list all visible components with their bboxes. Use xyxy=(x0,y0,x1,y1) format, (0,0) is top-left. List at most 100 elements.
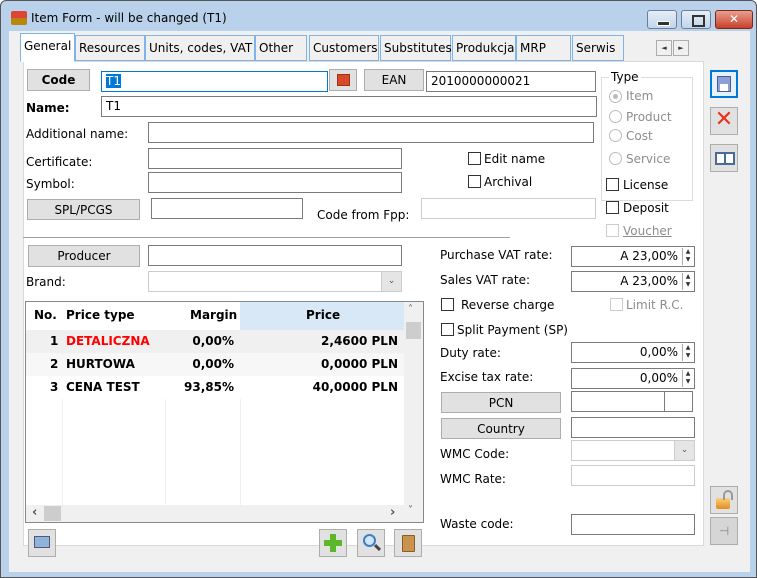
duty-rate-input[interactable]: 0,00% ▲ ▼ xyxy=(571,342,695,363)
table-row[interactable]: 1 DETALICZNA 0,00% 2,4600 PLN xyxy=(26,330,404,353)
country-input[interactable] xyxy=(571,417,695,438)
tab-resources[interactable]: Resources xyxy=(75,35,145,61)
country-button[interactable]: Country xyxy=(441,418,561,439)
title-bar[interactable]: Item Form - will be changed (T1) ✕ xyxy=(1,1,756,31)
tab-scroll-left-button[interactable]: ◄ xyxy=(656,40,672,56)
type-service-radio[interactable] xyxy=(609,152,622,165)
tab-mrp[interactable]: MRP xyxy=(516,35,571,61)
tab-produkcja[interactable]: Produkcja xyxy=(452,35,516,61)
deposit-checkbox[interactable] xyxy=(606,201,619,214)
type-product-radio[interactable] xyxy=(609,110,622,123)
sales-vat-label: Sales VAT rate: xyxy=(440,273,531,287)
delete-price-button[interactable] xyxy=(394,529,422,557)
wmc-code-select[interactable]: ⌄ xyxy=(571,440,695,461)
tab-serwis[interactable]: Serwis xyxy=(572,35,624,61)
unlock-button[interactable] xyxy=(710,486,738,514)
tab-substitutes[interactable]: Substitutes xyxy=(380,35,452,61)
limit-rc-checkbox[interactable] xyxy=(610,298,623,311)
split-payment-checkbox[interactable] xyxy=(441,323,454,336)
price-chart-icon xyxy=(34,536,50,548)
row-margin: 93,85% xyxy=(184,380,234,394)
tab-units-codes-vat[interactable]: Units, codes, VAT xyxy=(145,35,255,61)
additional-name-label: Additional name: xyxy=(26,127,129,141)
vertical-scrollbar[interactable]: ˄ ˅ xyxy=(404,302,423,522)
spin-icon[interactable]: ▲ ▼ xyxy=(682,273,693,290)
spl-pcgs-input[interactable] xyxy=(151,198,303,219)
ean-input[interactable]: 2010000000021 xyxy=(426,71,596,92)
section-divider xyxy=(23,237,510,238)
certificate-input[interactable] xyxy=(148,148,402,169)
scroll-up-icon[interactable]: ˄ xyxy=(408,304,413,315)
edit-name-checkbox[interactable] xyxy=(468,152,481,165)
reverse-charge-checkbox[interactable] xyxy=(441,298,454,311)
additional-name-input[interactable] xyxy=(148,122,594,143)
row-no: 2 xyxy=(50,357,59,371)
save-button[interactable] xyxy=(710,70,738,98)
symbol-input[interactable] xyxy=(148,172,402,193)
code-input[interactable]: T1 xyxy=(101,71,328,92)
minimize-button[interactable] xyxy=(647,10,677,29)
code-value: T1 xyxy=(106,74,121,88)
split-payment-label: Split Payment (SP) xyxy=(457,323,568,337)
waste-code-input[interactable] xyxy=(571,514,695,535)
type-item-radio[interactable] xyxy=(609,90,622,103)
col-header-margin[interactable]: Margin xyxy=(190,302,237,330)
code-generator-button[interactable] xyxy=(329,69,357,91)
cancel-button[interactable]: ✕ xyxy=(710,107,738,135)
type-cost-radio[interactable] xyxy=(609,129,622,142)
help-book-button[interactable] xyxy=(710,144,738,172)
table-row[interactable]: 2 HURTOWA 0,00% 0,0000 PLN xyxy=(26,353,404,376)
horizontal-scrollbar[interactable]: ‹ › xyxy=(26,505,404,522)
close-window-button[interactable]: ✕ xyxy=(715,10,753,29)
spl-pcgs-button[interactable]: SPL/PCGS xyxy=(27,199,140,220)
horizontal-scroll-thumb[interactable] xyxy=(44,506,61,521)
purchase-vat-input[interactable]: A 23,00% ▲ ▼ xyxy=(571,246,695,267)
brand-label: Brand: xyxy=(26,275,66,289)
spin-icon[interactable]: ▲ ▼ xyxy=(682,370,693,387)
col-header-price[interactable]: Price xyxy=(306,302,340,330)
license-checkbox[interactable] xyxy=(606,178,619,191)
scroll-down-icon[interactable]: ˅ xyxy=(408,505,413,516)
excise-rate-input[interactable]: 0,00% ▲ ▼ xyxy=(571,368,695,389)
tab-customers[interactable]: Customers xyxy=(309,35,379,61)
tab-scroll-right-button[interactable]: ► xyxy=(673,40,689,56)
wmc-rate-label: WMC Rate: xyxy=(440,472,506,486)
scroll-right-icon[interactable]: › xyxy=(390,505,395,520)
price-chart-button[interactable] xyxy=(28,529,56,557)
limit-rc-label: Limit R.C. xyxy=(626,298,684,312)
duty-rate-value: 0,00% xyxy=(639,345,678,359)
sales-vat-input[interactable]: A 23,00% ▲ ▼ xyxy=(571,271,695,292)
type-product-label: Product xyxy=(626,110,672,124)
spin-icon[interactable]: ▲ ▼ xyxy=(682,344,693,361)
col-header-price-type[interactable]: Price type xyxy=(66,302,135,330)
spin-icon[interactable]: ▲ ▼ xyxy=(682,248,693,265)
voucher-checkbox[interactable] xyxy=(606,224,619,237)
brand-select[interactable]: ⌄ xyxy=(148,271,402,292)
maximize-button[interactable] xyxy=(681,10,711,29)
add-price-button[interactable] xyxy=(319,529,347,557)
row-price-type: HURTOWA xyxy=(66,357,135,371)
producer-button[interactable]: Producer xyxy=(28,245,140,267)
tab-other[interactable]: Other xyxy=(255,35,307,61)
col-header-no[interactable]: No. xyxy=(34,302,57,330)
search-price-button[interactable] xyxy=(357,529,385,557)
tab-general[interactable]: General xyxy=(20,33,75,62)
table-row[interactable]: 3 CENA TEST 93,85% 40,0000 PLN xyxy=(26,376,404,399)
pin-button[interactable]: ⊣ xyxy=(710,517,738,545)
pcn-button[interactable]: PCN xyxy=(441,392,561,413)
ean-button[interactable]: EAN xyxy=(364,69,424,91)
voucher-label: Voucher xyxy=(623,224,672,238)
code-from-fpp-input[interactable] xyxy=(421,198,596,219)
license-label: License xyxy=(623,178,669,192)
name-input[interactable]: T1 xyxy=(101,96,597,117)
code-button[interactable]: Code xyxy=(27,69,90,91)
scroll-left-icon[interactable]: ‹ xyxy=(32,505,37,520)
pcn-suffix-input[interactable] xyxy=(664,391,693,412)
producer-input[interactable] xyxy=(148,245,402,266)
pcn-input[interactable] xyxy=(571,391,665,412)
wmc-rate-input[interactable] xyxy=(571,465,695,486)
row-no: 3 xyxy=(50,380,59,394)
vertical-scroll-thumb[interactable] xyxy=(406,322,421,339)
archival-checkbox[interactable] xyxy=(468,175,481,188)
type-item-label: Item xyxy=(626,89,654,103)
